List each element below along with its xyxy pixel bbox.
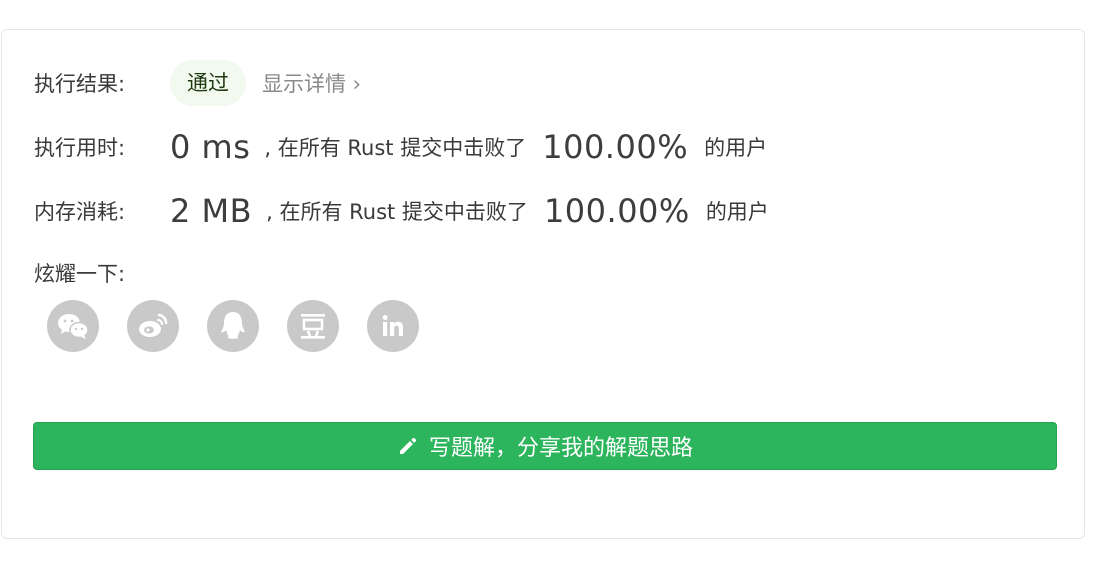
share-row: 炫耀一下: bbox=[34, 258, 125, 288]
runtime-label: 执行用时: bbox=[34, 136, 126, 160]
runtime-row: 执行用时: 0 ms , 在所有 Rust 提交中击败了 100.00% 的用户 bbox=[34, 128, 767, 166]
result-row: 执行结果: 通过 显示详情 › bbox=[34, 60, 361, 106]
memory-suffix: 的用户 bbox=[705, 200, 769, 224]
runtime-beat-text: , 在所有 Rust 提交中击败了 bbox=[264, 136, 527, 160]
wechat-icon[interactable] bbox=[47, 300, 99, 352]
memory-label: 内存消耗: bbox=[34, 200, 126, 224]
qq-icon[interactable] bbox=[207, 300, 259, 352]
weibo-icon[interactable] bbox=[127, 300, 179, 352]
result-label: 执行结果: bbox=[34, 72, 126, 96]
write-solution-label: 写题解，分享我的解题思路 bbox=[428, 436, 693, 461]
runtime-suffix: 的用户 bbox=[704, 136, 768, 160]
memory-beat-text: , 在所有 Rust 提交中击败了 bbox=[266, 200, 528, 224]
social-share-icons bbox=[47, 300, 419, 352]
douban-icon[interactable] bbox=[287, 300, 339, 352]
memory-row: 内存消耗: 2 MB , 在所有 Rust 提交中击败了 100.00% 的用户 bbox=[34, 192, 769, 230]
share-label: 炫耀一下: bbox=[34, 262, 126, 286]
status-badge: 通过 bbox=[170, 60, 246, 106]
submission-result-card: 执行结果: 通过 显示详情 › 执行用时: 0 ms , 在所有 Rust 提交… bbox=[1, 29, 1085, 539]
runtime-value: 0 ms bbox=[170, 128, 251, 166]
show-details-link[interactable]: 显示详情 › bbox=[262, 68, 361, 98]
memory-value: 2 MB bbox=[170, 192, 253, 230]
pencil-icon bbox=[397, 435, 419, 457]
write-solution-button[interactable]: 写题解，分享我的解题思路 bbox=[33, 422, 1057, 470]
runtime-percent: 100.00% bbox=[542, 128, 689, 166]
memory-percent: 100.00% bbox=[543, 192, 690, 230]
linkedin-icon[interactable] bbox=[367, 300, 419, 352]
